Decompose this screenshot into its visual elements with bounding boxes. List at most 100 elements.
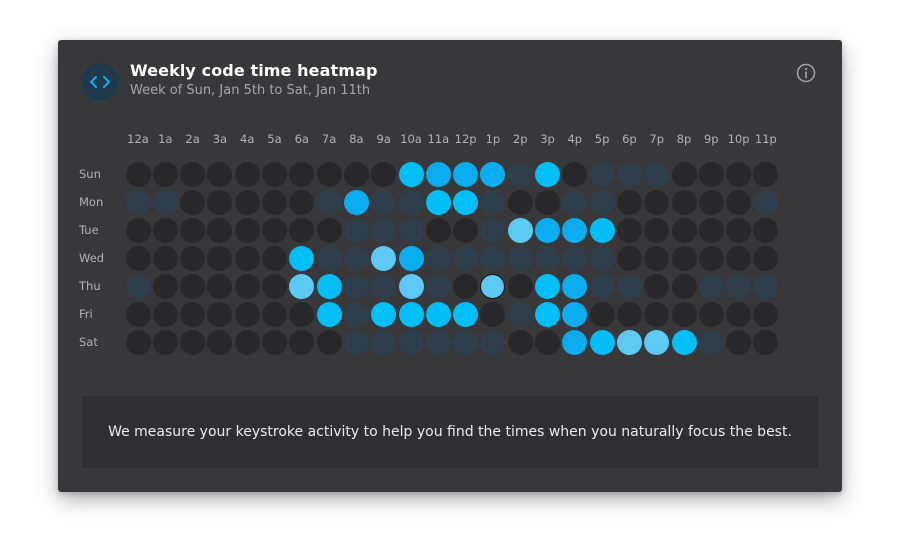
heat-cell-mon-3a[interactable]: [207, 189, 233, 215]
heat-cell-sat-3a[interactable]: [207, 329, 233, 355]
heat-cell-wed-7p[interactable]: [644, 245, 670, 271]
heat-cell-mon-2p[interactable]: [507, 189, 533, 215]
heat-cell-mon-2a[interactable]: [180, 189, 206, 215]
heat-cell-tue-11p[interactable]: [753, 217, 779, 243]
heat-cell-wed-5p[interactable]: [589, 245, 615, 271]
heat-cell-fri-3a[interactable]: [207, 301, 233, 327]
heat-cell-sun-9p[interactable]: [698, 161, 724, 187]
heat-cell-sat-12p[interactable]: [453, 329, 479, 355]
heat-cell-fri-10a[interactable]: [398, 301, 424, 327]
heat-cell-sat-10p[interactable]: [726, 329, 752, 355]
heat-cell-sun-6p[interactable]: [616, 161, 642, 187]
heat-cell-fri-5p[interactable]: [589, 301, 615, 327]
heat-cell-wed-4p[interactable]: [562, 245, 588, 271]
heat-cell-sun-3p[interactable]: [535, 161, 560, 187]
heat-cell-tue-11a[interactable]: [425, 217, 451, 243]
heat-cell-sun-1a[interactable]: [152, 161, 178, 187]
heat-cell-sat-2p[interactable]: [507, 329, 533, 355]
heat-cell-mon-9p[interactable]: [698, 189, 724, 215]
heat-cell-fri-2p[interactable]: [507, 301, 533, 327]
heat-cell-sun-4a[interactable]: [234, 161, 260, 187]
heat-cell-sun-7p[interactable]: [644, 161, 670, 187]
heat-cell-thu-9a[interactable]: [371, 273, 397, 299]
heat-cell-sat-4a[interactable]: [234, 329, 260, 355]
heat-cell-sat-1a[interactable]: [152, 329, 178, 355]
heat-cell-thu-6p[interactable]: [616, 273, 642, 299]
heat-cell-wed-8p[interactable]: [671, 245, 697, 271]
heat-cell-sat-12a[interactable]: [125, 329, 151, 355]
heat-cell-sat-5a[interactable]: [262, 329, 287, 355]
heat-cell-sat-1p[interactable]: [480, 329, 506, 355]
heat-cell-fri-9a[interactable]: [371, 301, 397, 327]
heat-cell-fri-4a[interactable]: [234, 301, 260, 327]
heat-cell-tue-6a[interactable]: [289, 217, 315, 243]
heat-cell-fri-1p[interactable]: [480, 301, 506, 327]
heat-cell-tue-3p[interactable]: [535, 217, 560, 243]
heat-cell-thu-2a[interactable]: [180, 273, 206, 299]
heat-cell-thu-9p[interactable]: [698, 273, 724, 299]
heat-cell-tue-7p[interactable]: [644, 217, 670, 243]
heat-cell-tue-1a[interactable]: [152, 217, 178, 243]
heat-cell-sat-7a[interactable]: [316, 329, 342, 355]
heat-cell-sat-2a[interactable]: [180, 329, 206, 355]
heat-cell-mon-7a[interactable]: [316, 189, 342, 215]
heat-cell-tue-1p[interactable]: [480, 217, 506, 243]
heat-cell-tue-4p[interactable]: [562, 217, 588, 243]
heat-cell-sun-11a[interactable]: [425, 161, 451, 187]
heat-cell-thu-12a[interactable]: [125, 273, 151, 299]
heat-cell-sat-3p[interactable]: [535, 329, 560, 355]
heat-cell-sat-7p[interactable]: [644, 329, 670, 355]
heat-cell-tue-4a[interactable]: [234, 217, 260, 243]
heat-cell-thu-8a[interactable]: [343, 273, 369, 299]
heat-cell-mon-3p[interactable]: [535, 189, 560, 215]
heat-cell-thu-4a[interactable]: [234, 273, 260, 299]
heat-cell-sun-9a[interactable]: [371, 161, 397, 187]
heat-cell-sun-11p[interactable]: [753, 161, 779, 187]
heat-cell-fri-11a[interactable]: [425, 301, 451, 327]
heat-cell-wed-3a[interactable]: [207, 245, 233, 271]
heat-cell-fri-10p[interactable]: [726, 301, 752, 327]
heat-cell-wed-12p[interactable]: [453, 245, 479, 271]
heat-cell-wed-11p[interactable]: [753, 245, 779, 271]
heat-cell-fri-1a[interactable]: [152, 301, 178, 327]
info-icon[interactable]: [796, 63, 816, 83]
heat-cell-mon-8a[interactable]: [343, 189, 369, 215]
heat-cell-fri-5a[interactable]: [262, 301, 287, 327]
heat-cell-fri-8a[interactable]: [343, 301, 369, 327]
heat-cell-mon-10a[interactable]: [398, 189, 424, 215]
heat-cell-mon-7p[interactable]: [644, 189, 670, 215]
heat-cell-sun-8p[interactable]: [671, 161, 697, 187]
heat-cell-wed-6p[interactable]: [616, 245, 642, 271]
heat-cell-sun-1p[interactable]: [480, 161, 506, 187]
heat-cell-thu-8p[interactable]: [671, 273, 697, 299]
heat-cell-thu-1p[interactable]: [480, 273, 506, 299]
heat-cell-sat-5p[interactable]: [589, 329, 615, 355]
heat-cell-mon-9a[interactable]: [371, 189, 397, 215]
heat-cell-mon-12a[interactable]: [125, 189, 151, 215]
heat-cell-tue-12p[interactable]: [453, 217, 479, 243]
heat-cell-fri-7p[interactable]: [644, 301, 670, 327]
heat-cell-mon-4a[interactable]: [234, 189, 260, 215]
heat-cell-tue-10p[interactable]: [726, 217, 752, 243]
heat-cell-fri-7a[interactable]: [316, 301, 342, 327]
heat-cell-wed-4a[interactable]: [234, 245, 260, 271]
heat-cell-wed-8a[interactable]: [343, 245, 369, 271]
heat-cell-thu-3p[interactable]: [535, 273, 560, 299]
heat-cell-sat-4p[interactable]: [562, 329, 588, 355]
heat-cell-thu-11p[interactable]: [753, 273, 779, 299]
heat-cell-wed-1p[interactable]: [480, 245, 506, 271]
heat-cell-sat-6a[interactable]: [289, 329, 315, 355]
heat-cell-tue-5p[interactable]: [589, 217, 615, 243]
heat-cell-sat-11a[interactable]: [425, 329, 451, 355]
heat-cell-thu-11a[interactable]: [425, 273, 451, 299]
heat-cell-mon-10p[interactable]: [726, 189, 752, 215]
heat-cell-thu-2p[interactable]: [507, 273, 533, 299]
heat-cell-mon-6a[interactable]: [289, 189, 315, 215]
heat-cell-fri-6p[interactable]: [616, 301, 642, 327]
heat-cell-sun-10p[interactable]: [726, 161, 752, 187]
heat-cell-sun-12p[interactable]: [453, 161, 479, 187]
heat-cell-thu-1a[interactable]: [152, 273, 178, 299]
heat-cell-sun-2p[interactable]: [507, 161, 533, 187]
heat-cell-tue-5a[interactable]: [262, 217, 287, 243]
heat-cell-wed-11a[interactable]: [425, 245, 451, 271]
